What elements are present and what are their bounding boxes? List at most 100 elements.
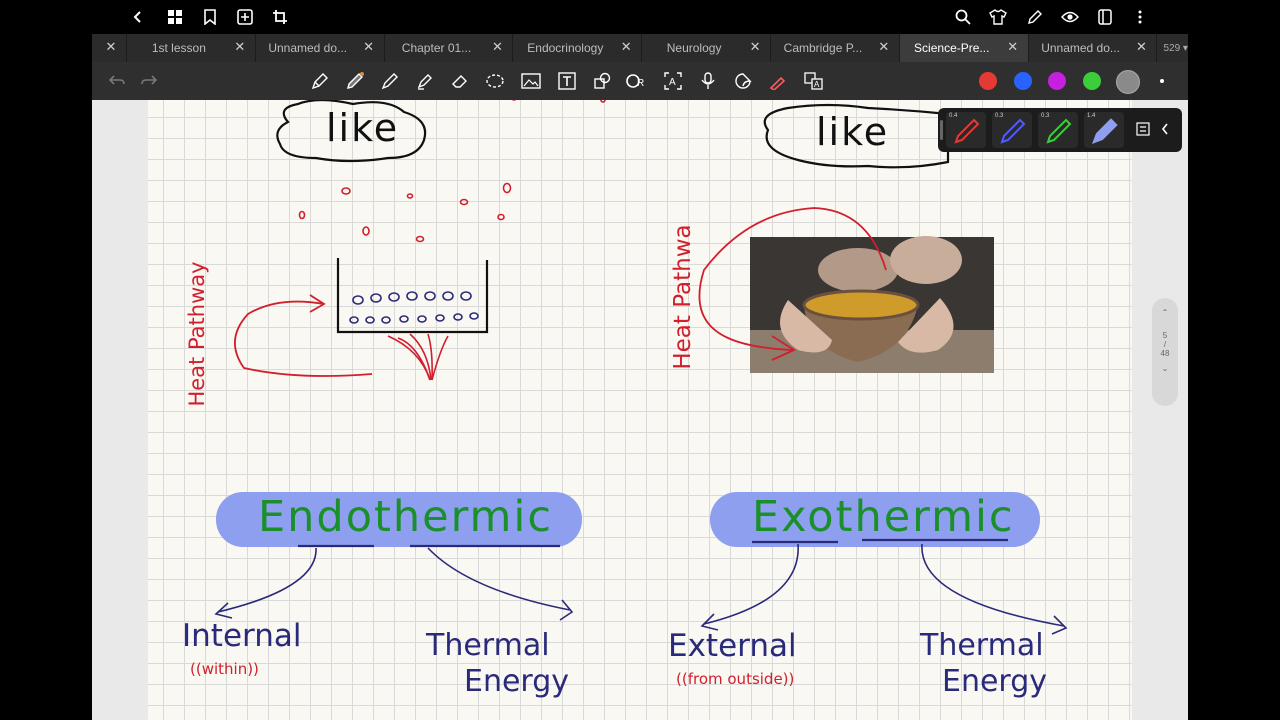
translate-icon[interactable]: A	[803, 70, 825, 92]
beaker	[336, 258, 489, 334]
tab-item[interactable]: Unnamed do... ✕	[256, 34, 385, 62]
grid-icon[interactable]	[165, 7, 185, 27]
eye-icon[interactable]	[1060, 7, 1080, 27]
shirt-icon[interactable]	[988, 7, 1008, 27]
page-navigator[interactable]: ⌃ 5 / 48 ⌄	[1152, 298, 1178, 406]
tab-label: Cambridge P...	[783, 41, 863, 55]
tab-item[interactable]: Neurology ✕	[642, 34, 772, 62]
more-vertical-icon[interactable]	[1130, 7, 1150, 27]
sticker-icon[interactable]	[732, 70, 754, 92]
close-icon[interactable]: ✕	[233, 40, 247, 54]
pen-preset[interactable]: 0.3	[1038, 112, 1078, 148]
branch-arrows	[214, 543, 1068, 635]
ballpoint-pen-icon[interactable]	[379, 70, 401, 92]
tab-label: Science-Pre...	[914, 41, 990, 55]
text-box-icon[interactable]	[556, 70, 578, 92]
heat-pathway-label-right: Heat Pathwa	[670, 224, 696, 370]
pen-size-label: 0.3	[1041, 113, 1050, 119]
thermal-label-2: Thermal	[920, 628, 1044, 663]
like-label-right: like	[816, 110, 890, 154]
favorite-pens-panel: 0.4 0.3 0.3 1.4	[938, 108, 1182, 152]
eraser-icon[interactable]	[449, 70, 471, 92]
page-margin-left	[92, 100, 148, 720]
redo-icon[interactable]	[138, 70, 160, 92]
tab-count[interactable]: 529 ▾	[1157, 34, 1188, 62]
add-page-icon[interactable]	[235, 7, 255, 27]
image-icon[interactable]	[520, 70, 542, 92]
close-icon[interactable]: ✕	[877, 40, 891, 54]
bookmark-icon[interactable]	[200, 7, 220, 27]
tab-label: 1st lesson	[151, 41, 206, 55]
chevron-down-icon[interactable]: ⌄	[1152, 364, 1178, 373]
tab-label: Neurology	[666, 41, 722, 55]
pen-size-label: 0.4	[949, 113, 958, 119]
close-icon[interactable]: ✕	[748, 40, 762, 54]
tab-count-label: 529	[1163, 42, 1181, 54]
laser-pointer-icon[interactable]	[767, 70, 789, 92]
undo-icon[interactable]	[106, 70, 128, 92]
drawing-toolbar: R A A	[92, 62, 1188, 100]
color-swatch-blue[interactable]	[1014, 72, 1032, 90]
flame	[387, 333, 449, 381]
tab-item-active[interactable]: Science-Pre... ✕	[899, 34, 1029, 62]
search-icon[interactable]	[953, 7, 973, 27]
page-margin-right	[1132, 100, 1188, 720]
notes-app: ✕ 1st lesson ✕ Unnamed do... ✕ Chapter 01.…	[92, 0, 1188, 720]
svg-text:A: A	[669, 77, 676, 88]
dot-menu-icon[interactable]	[1160, 79, 1164, 83]
tab-close-leading[interactable]: ✕	[92, 34, 127, 62]
close-icon[interactable]: ✕	[104, 40, 118, 54]
drag-handle[interactable]	[940, 120, 943, 140]
chevron-up-icon[interactable]: ⌃	[1152, 308, 1178, 317]
collapse-chevron-icon[interactable]	[1160, 122, 1172, 136]
page-separator: /	[1163, 340, 1167, 349]
close-icon[interactable]: ✕	[490, 40, 504, 54]
microphone-icon[interactable]	[697, 70, 719, 92]
from-outside-label: ((from outside))	[676, 670, 795, 688]
tab-item[interactable]: Unnamed do... ✕	[1029, 34, 1158, 62]
ocr-icon[interactable]: R	[626, 70, 648, 92]
close-icon[interactable]: ✕	[362, 40, 376, 54]
shapes-icon[interactable]	[591, 70, 613, 92]
top-bar	[92, 0, 1188, 34]
color-swatch-green[interactable]	[1083, 72, 1101, 90]
chevron-down-icon: ▾	[1182, 42, 1188, 54]
particles	[349, 291, 479, 324]
lasso-icon[interactable]	[484, 70, 506, 92]
highlighter-icon[interactable]	[414, 70, 436, 92]
thermal-label-1: Thermal	[426, 628, 550, 663]
heat-pathway-label-left: Heat Pathway	[185, 261, 209, 407]
note-canvas[interactable]: like like Heat Pathway Heat Pathwa Endot…	[148, 100, 1132, 720]
page-current: 5	[1162, 331, 1168, 340]
panel-icon[interactable]	[1095, 7, 1115, 27]
tab-bar: ✕ 1st lesson ✕ Unnamed do... ✕ Chapter 01.…	[92, 34, 1188, 62]
pen-settings-icon[interactable]	[1136, 122, 1150, 136]
color-swatch-red[interactable]	[979, 72, 997, 90]
text-recognition-icon[interactable]: A	[662, 70, 684, 92]
tab-item[interactable]: Chapter 01... ✕	[385, 34, 514, 62]
chevron-left-icon[interactable]	[128, 7, 148, 27]
crop-icon[interactable]	[270, 7, 290, 27]
color-swatch-purple[interactable]	[1048, 72, 1066, 90]
tab-label: Unnamed do...	[268, 41, 348, 55]
internal-label: Internal	[182, 618, 302, 654]
tab-item[interactable]: Cambridge P... ✕	[771, 34, 900, 62]
tab-item[interactable]: 1st lesson ✕	[127, 34, 256, 62]
fountain-pen-icon[interactable]	[309, 70, 331, 92]
highlighter-preset[interactable]: 1.4	[1084, 112, 1124, 148]
pen-preset[interactable]: 0.4	[946, 112, 986, 148]
tab-item[interactable]: Endocrinology ✕	[513, 34, 643, 62]
color-swatch-gray-selected[interactable]	[1116, 70, 1140, 94]
svg-text:R: R	[637, 78, 644, 89]
within-label: ((within))	[190, 660, 259, 678]
close-icon[interactable]: ✕	[1134, 40, 1148, 54]
pen-size-label: 1.4	[1087, 113, 1096, 119]
close-icon[interactable]: ✕	[619, 40, 633, 54]
exothermic-title: Exothermic	[752, 492, 1015, 542]
close-icon[interactable]: ✕	[1006, 40, 1020, 54]
pen-preset[interactable]: 0.3	[992, 112, 1032, 148]
pencil-icon[interactable]	[344, 70, 366, 92]
svg-text:A: A	[814, 80, 820, 89]
pen-size-label: 0.3	[995, 113, 1004, 119]
pen-edit-icon[interactable]	[1025, 7, 1045, 27]
